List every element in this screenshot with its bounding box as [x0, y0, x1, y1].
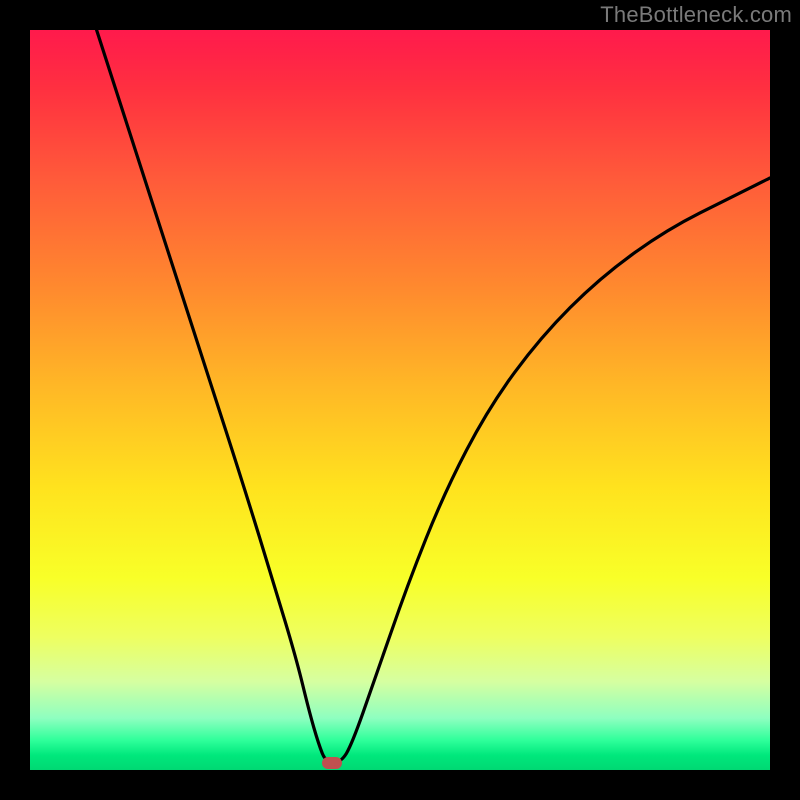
watermark-text: TheBottleneck.com [600, 2, 792, 28]
bottleneck-curve [97, 30, 770, 763]
curve-svg [30, 30, 770, 770]
plot-area [30, 30, 770, 770]
chart-container: TheBottleneck.com [0, 0, 800, 800]
optimal-point-marker [322, 757, 342, 769]
